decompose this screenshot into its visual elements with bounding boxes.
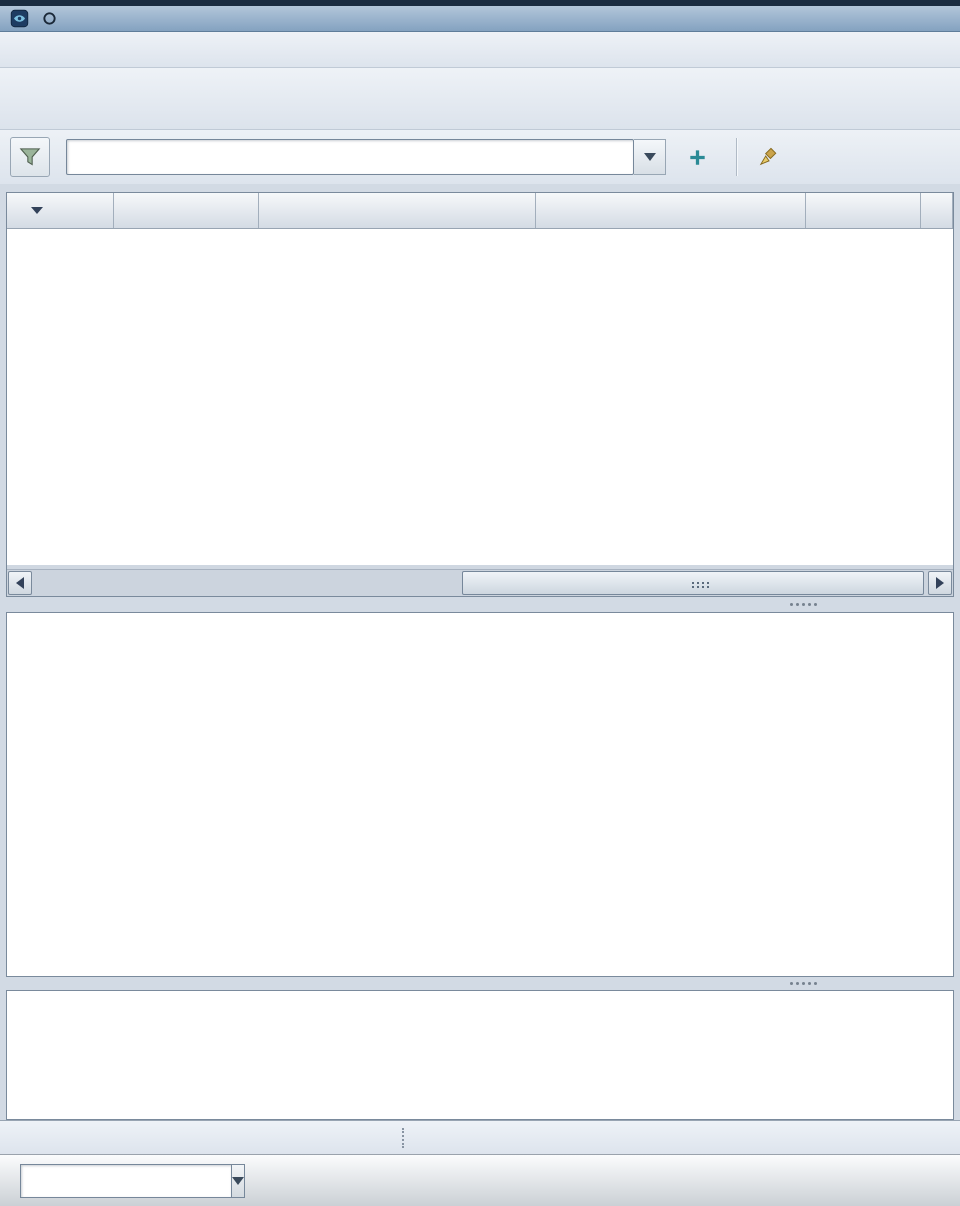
filter-funnel-icon: [17, 144, 43, 170]
toolbar: [0, 68, 960, 130]
hex-dump-pane: [6, 990, 954, 1120]
pane-splitter-lower[interactable]: [0, 977, 960, 990]
thumb-grip-icon: [692, 582, 694, 584]
column-header-source[interactable]: [259, 193, 536, 228]
sort-indicator-icon: [31, 207, 43, 214]
pane-splitter-upper[interactable]: [0, 597, 960, 612]
column-header-info[interactable]: [921, 193, 953, 228]
filter-dropdown-button[interactable]: [634, 139, 666, 175]
scrollbar-thumb[interactable]: [462, 571, 924, 595]
packet-details-pane: [6, 612, 954, 977]
status-separator: [402, 1128, 406, 1148]
arrow-left-icon: [16, 577, 24, 589]
titlebar: [0, 6, 960, 32]
packet-list-header: [7, 193, 953, 229]
arrow-right-icon: [936, 577, 944, 589]
status-bar: [0, 1120, 960, 1154]
clear-broom-icon: [758, 146, 781, 169]
sticky-icon: [40, 9, 59, 28]
filter-bar: [0, 130, 960, 184]
scroll-left-button[interactable]: [8, 571, 32, 595]
chevron-down-icon: [232, 1177, 244, 1185]
scroll-right-button[interactable]: [928, 571, 952, 595]
column-header-time[interactable]: [114, 193, 259, 228]
column-header-no[interactable]: [7, 193, 114, 228]
window-menu-button[interactable]: [8, 8, 30, 30]
filter-button[interactable]: [10, 137, 50, 177]
taskbar-combo: [20, 1164, 195, 1198]
splitter-grip-icon: [790, 982, 793, 985]
taskbar-combo-input[interactable]: [20, 1164, 232, 1198]
chevron-down-icon: [644, 153, 656, 161]
splitter-grip-icon: [790, 603, 793, 606]
sticky-button[interactable]: [38, 8, 60, 30]
menubar: [0, 32, 960, 68]
filterbar-separator: [736, 138, 738, 176]
column-header-destination[interactable]: [536, 193, 806, 228]
taskbar: [0, 1154, 960, 1206]
expression-button[interactable]: [676, 136, 726, 178]
filter-input[interactable]: [66, 139, 634, 175]
window-gap: [0, 184, 960, 192]
horizontal-scrollbar[interactable]: [7, 569, 953, 596]
packet-rows: [7, 229, 953, 565]
expression-plus-icon: [686, 146, 709, 169]
packet-list-pane: [6, 192, 954, 597]
screen: [0, 0, 960, 1206]
taskbar-combo-dropdown[interactable]: [232, 1164, 245, 1198]
clear-button[interactable]: [748, 136, 798, 178]
wireshark-app-icon: [10, 9, 29, 28]
column-header-protocol[interactable]: [806, 193, 921, 228]
